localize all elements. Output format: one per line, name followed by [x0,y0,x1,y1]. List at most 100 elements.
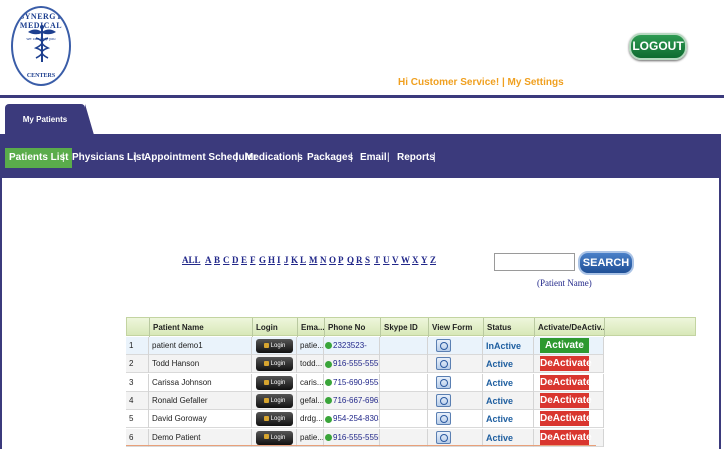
greeting-separator: | [501,77,505,88]
login-button[interactable]: Login [256,430,293,445]
activate-toggle-button[interactable]: DeActivate [540,411,592,427]
search-button[interactable]: SEARCH [578,251,634,275]
login-button[interactable]: Login [256,357,293,372]
status-text: Active [483,373,534,392]
phone-number: 2323523- [333,341,367,350]
activate-toggle-button[interactable]: DeActivate [540,392,592,408]
filter-letter-l[interactable]: L [300,255,306,265]
nav-item-appointment-scheduler[interactable]: Appointment Scheduler [144,148,257,168]
caduceus-icon [28,25,56,62]
my-settings-link[interactable]: My Settings [508,77,564,88]
view-form-cell [428,373,483,392]
phone-cell: 954-254-8303 [324,410,380,429]
phone-number: 954-254-8303 [333,414,380,424]
activate-cell: DeActivate [534,428,604,447]
row-number: 5 [126,410,149,429]
view-form-icon[interactable] [436,430,451,444]
view-form-cell [428,391,483,410]
filter-letter-n[interactable]: N [320,255,327,265]
filter-letter-o[interactable]: O [329,255,336,265]
patient-email: patie... [297,428,324,447]
logout-button[interactable]: LOGOUT [629,33,687,60]
login-label: Login [270,397,286,404]
col-header-email[interactable]: Ema... [298,318,325,337]
synergy-logo[interactable]: SYNERGY MEDICAL we can help you CENTERS [11,6,71,86]
content-border-left [0,178,2,449]
login-button[interactable]: Login [256,339,293,353]
nav-item-email[interactable]: Email [360,148,387,168]
filter-letter-b[interactable]: B [214,255,220,265]
view-form-icon[interactable] [436,357,451,371]
phone-cell: 916-555-5555 [324,428,380,447]
filter-letter-s[interactable]: S [365,255,370,265]
filter-letter-q[interactable]: Q [347,255,354,265]
patient-name: patient demo1 [149,337,252,355]
filter-letter-z[interactable]: Z [430,255,436,265]
phone-cell: 716-667-6962 [324,391,380,410]
patient-name: David Goroway [149,410,252,429]
view-form-cell [428,410,483,429]
patient-email: caris... [297,373,324,392]
nav-separator: | [387,152,390,163]
filter-letter-c[interactable]: C [223,255,230,265]
nav-separator: | [297,152,300,163]
activate-toggle-button[interactable]: DeActivate [540,429,592,445]
view-form-icon[interactable] [436,339,451,352]
activate-toggle-button[interactable]: DeActivate [540,356,592,372]
lock-icon [263,361,269,367]
phone-icon[interactable] [325,360,332,368]
tab-my-patients[interactable]: My Patients [5,104,94,135]
filter-letter-i[interactable]: I [277,255,281,265]
lock-icon [263,397,269,403]
filter-letter-p[interactable]: P [338,255,344,265]
filter-all-link[interactable]: ALL [182,255,201,265]
filter-letter-y[interactable]: Y [421,255,428,265]
filter-letter-a[interactable]: A [205,255,212,265]
content-border-right [719,134,721,449]
filter-letter-v[interactable]: V [392,255,399,265]
phone-icon[interactable] [325,433,332,441]
phone-icon[interactable] [325,415,332,423]
login-cell: Login [252,391,297,410]
activate-cell: DeActivate [534,373,604,392]
status-text: Active [483,410,534,429]
nav-item-medications[interactable]: Medications [245,148,303,168]
filter-letter-u[interactable]: U [383,255,390,265]
lock-icon [263,416,269,422]
col-header-patient-name[interactable]: Patient Name [150,318,253,337]
patient-search-input[interactable] [494,253,575,271]
filter-letter-w[interactable]: W [401,255,410,265]
filter-letter-k[interactable]: K [291,255,298,265]
view-form-icon[interactable] [436,412,451,426]
filter-letter-e[interactable]: E [241,255,247,265]
status-text: Active [483,391,534,410]
filter-letter-t[interactable]: T [374,255,380,265]
nav-item-packages[interactable]: Packages [307,148,353,168]
activate-toggle-button[interactable]: Activate [540,338,589,353]
filter-letter-h[interactable]: H [268,255,275,265]
phone-icon[interactable] [325,397,332,405]
filter-letter-x[interactable]: X [412,255,419,265]
login-label: Login [270,434,286,441]
login-button[interactable]: Login [256,412,293,427]
filter-letter-d[interactable]: D [232,255,239,265]
nav-item-reports[interactable]: Reports [397,148,435,168]
phone-icon[interactable] [325,342,332,350]
patient-name: Carissa Johnson [149,373,252,392]
patient-name: Todd Hanson [149,355,252,374]
view-form-icon[interactable] [436,393,451,407]
login-cell: Login [252,373,297,392]
view-form-icon[interactable] [436,375,451,389]
activate-cell: Activate [534,337,604,355]
filter-letter-g[interactable]: G [259,255,266,265]
activate-toggle-button[interactable]: DeActivate [540,374,592,390]
filter-letter-j[interactable]: J [284,255,289,265]
phone-icon[interactable] [325,378,332,386]
login-button[interactable]: Login [256,375,293,390]
table-row: 4 Ronald Gefaller Login gefal... 716-667-696… [126,391,604,410]
filter-letter-f[interactable]: F [250,255,256,265]
filter-letter-r[interactable]: R [356,255,363,265]
phone-number: 715-690-9553 [333,377,380,387]
filter-letter-m[interactable]: M [309,255,318,265]
login-button[interactable]: Login [256,393,293,408]
